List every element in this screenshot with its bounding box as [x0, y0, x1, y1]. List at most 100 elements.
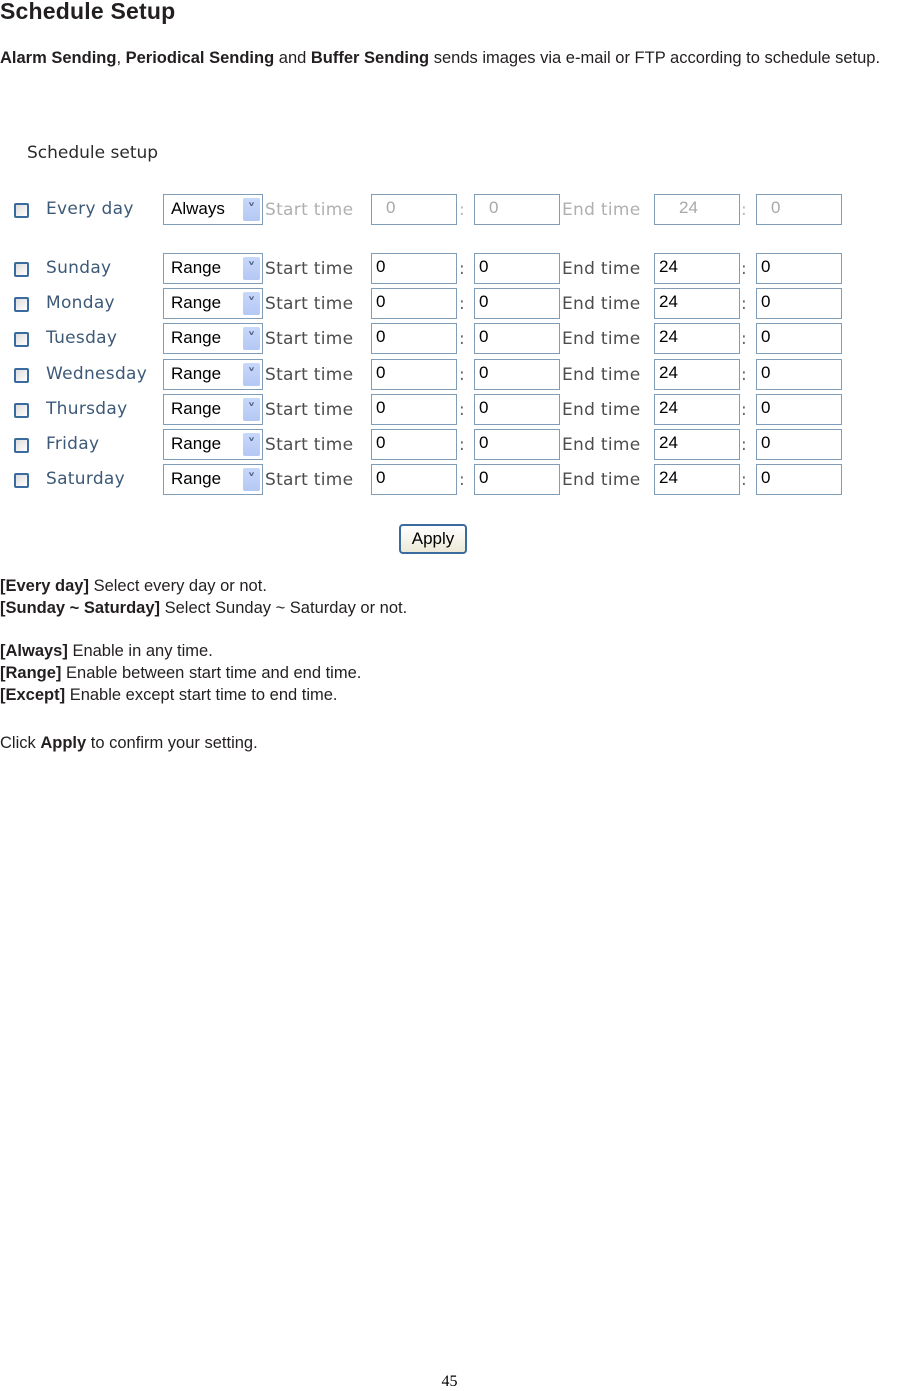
time-separator: :: [459, 329, 465, 349]
start-hour-input[interactable]: 0: [371, 253, 457, 284]
day-checkbox[interactable]: [14, 368, 29, 383]
time-separator: :: [459, 435, 465, 455]
mode-select[interactable]: Range ˅: [163, 464, 263, 495]
start-time-label: Start time: [265, 294, 354, 314]
end-minute-input[interactable]: 0: [756, 359, 842, 390]
day-checkbox[interactable]: [14, 332, 29, 347]
end-minute-input[interactable]: 0: [756, 253, 842, 284]
end-time-label: End time: [562, 200, 641, 220]
end-hour-input[interactable]: 24: [654, 194, 740, 225]
start-hour-input[interactable]: 0: [371, 429, 457, 460]
mode-select[interactable]: Always ˅: [163, 194, 263, 225]
start-hour-input[interactable]: 0: [371, 288, 457, 319]
mode-select[interactable]: Range ˅: [163, 394, 263, 425]
start-hour-input[interactable]: 0: [371, 464, 457, 495]
note-term: [Always]: [0, 642, 68, 660]
schedule-row: Saturday Range ˅ Start time 0:0 End time 24:0: [0, 464, 860, 496]
note-text: Enable between start time and end time.: [66, 664, 362, 682]
day-label: Wednesday: [46, 364, 148, 384]
schedule-row: Tuesday Range ˅ Start time 0:0 End time 24:0: [0, 323, 860, 355]
chevron-down-icon[interactable]: ˅: [243, 468, 260, 491]
chevron-down-icon[interactable]: ˅: [243, 257, 260, 280]
time-separator: :: [459, 294, 465, 314]
start-minute-input[interactable]: 0: [474, 464, 560, 495]
chevron-down-icon[interactable]: ˅: [243, 292, 260, 315]
chevron-down-icon[interactable]: ˅: [243, 398, 260, 421]
schedule-row: Friday Range ˅ Start time 0:0 End time 24:0: [0, 429, 860, 461]
day-checkbox[interactable]: [14, 403, 29, 418]
start-hour-input[interactable]: 0: [371, 359, 457, 390]
end-minute-input[interactable]: 0: [756, 323, 842, 354]
end-hour-input[interactable]: 24: [654, 394, 740, 425]
start-hour-input[interactable]: 0: [371, 323, 457, 354]
start-minute-input[interactable]: 0: [474, 359, 560, 390]
note-term: [Except]: [0, 686, 66, 704]
chevron-down-icon[interactable]: ˅: [243, 327, 260, 350]
page-number: 45: [441, 1373, 458, 1390]
schedule-row: Thursday Range ˅ Start time 0:0 End time 24:0: [0, 394, 860, 426]
end-minute-input[interactable]: 0: [756, 429, 842, 460]
end-minute-input[interactable]: 0: [756, 194, 842, 225]
schedule-setup-panel: Schedule setup Every day Always ˅ Start tim…: [0, 130, 860, 570]
note-prefix: Click: [0, 734, 36, 752]
mode-select[interactable]: Range ˅: [163, 429, 263, 460]
end-hour-input[interactable]: 24: [654, 323, 740, 354]
note-term: [Range]: [0, 664, 62, 682]
term-buffer-sending: Buffer Sending: [310, 49, 430, 67]
start-minute-input[interactable]: 0: [474, 253, 560, 284]
chevron-down-icon[interactable]: ˅: [243, 433, 260, 456]
end-minute-input[interactable]: 0: [756, 464, 842, 495]
note-apply: Click Apply to confirm your setting.: [0, 732, 407, 754]
note-always: [Always] Enable in any time.: [0, 640, 407, 662]
time-separator: :: [741, 329, 747, 349]
schedule-row: Monday Range ˅ Start time 0:0 End time 24:0: [0, 288, 860, 320]
end-hour-input[interactable]: 24: [654, 464, 740, 495]
end-hour-input[interactable]: 24: [654, 253, 740, 284]
day-label: Every day: [46, 199, 134, 219]
start-minute-input[interactable]: 0: [474, 288, 560, 319]
end-hour-input[interactable]: 24: [654, 429, 740, 460]
apply-button[interactable]: Apply: [399, 524, 467, 554]
day-label: Tuesday: [46, 328, 118, 348]
mode-select[interactable]: Range ˅: [163, 288, 263, 319]
note-every-day: [Every day] Select every day or not.: [0, 575, 407, 597]
mode-select-value: Range: [171, 399, 222, 418]
day-checkbox[interactable]: [14, 473, 29, 488]
note-term: [Every day]: [0, 577, 89, 595]
notes: [Every day] Select every day or not. [Su…: [0, 575, 407, 754]
mode-select[interactable]: Range ˅: [163, 359, 263, 390]
start-time-label: Start time: [265, 259, 354, 279]
time-separator: :: [741, 435, 747, 455]
day-checkbox[interactable]: [14, 438, 29, 453]
day-checkbox[interactable]: [14, 262, 29, 277]
schedule-row: Wednesday Range ˅ Start time 0:0 End time 24:0: [0, 359, 860, 391]
day-label: Friday: [46, 434, 100, 454]
start-minute-input[interactable]: 0: [474, 323, 560, 354]
start-minute-input[interactable]: 0: [474, 394, 560, 425]
start-hour-input[interactable]: 0: [371, 394, 457, 425]
schedule-row: Every day Always ˅ Start time 0:0 End time 24:…: [0, 194, 860, 226]
end-time-label: End time: [562, 259, 641, 279]
end-minute-input[interactable]: 0: [756, 394, 842, 425]
end-hour-input[interactable]: 24: [654, 359, 740, 390]
end-minute-input[interactable]: 0: [756, 288, 842, 319]
start-time-label: Start time: [265, 200, 354, 220]
start-minute-input[interactable]: 0: [474, 429, 560, 460]
start-minute-input[interactable]: 0: [474, 194, 560, 225]
time-separator: :: [741, 470, 747, 490]
end-time-label: End time: [562, 329, 641, 349]
mode-select[interactable]: Range ˅: [163, 253, 263, 284]
time-separator: :: [459, 259, 465, 279]
start-time-label: Start time: [265, 400, 354, 420]
day-checkbox[interactable]: [14, 203, 29, 218]
mode-select[interactable]: Range ˅: [163, 323, 263, 354]
end-time-label: End time: [562, 294, 641, 314]
note-range: [Range] Enable between start time and en…: [0, 662, 407, 684]
chevron-down-icon[interactable]: ˅: [243, 363, 260, 386]
chevron-down-icon[interactable]: ˅: [243, 198, 260, 221]
end-hour-input[interactable]: 24: [654, 288, 740, 319]
mode-select-value: Range: [171, 434, 222, 453]
start-hour-input[interactable]: 0: [371, 194, 457, 225]
day-checkbox[interactable]: [14, 297, 29, 312]
mode-select-value: Range: [171, 293, 222, 312]
